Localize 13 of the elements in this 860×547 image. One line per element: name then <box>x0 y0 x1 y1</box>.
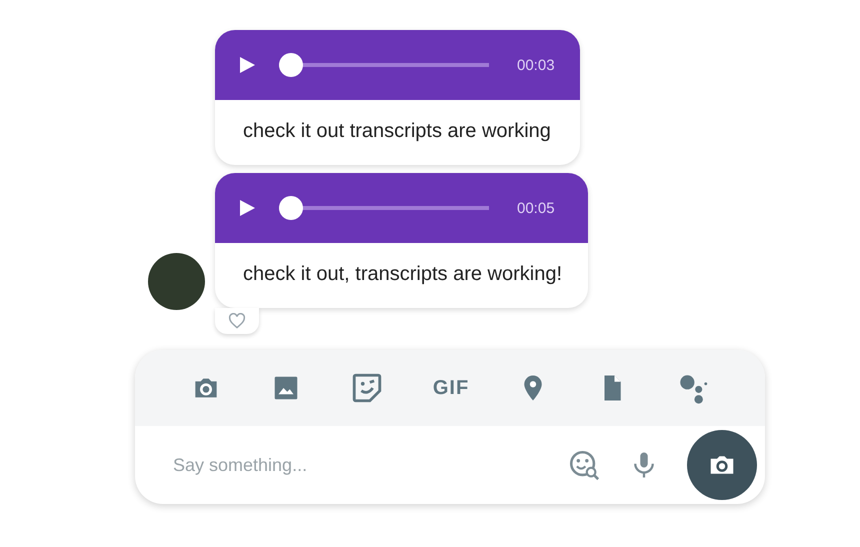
play-icon[interactable] <box>237 198 257 218</box>
emoji-search-icon[interactable] <box>567 448 601 482</box>
reaction-button[interactable] <box>215 308 259 334</box>
progress-thumb[interactable] <box>279 53 303 77</box>
gif-button[interactable]: GIF <box>432 376 470 400</box>
transcript-text: check it out transcripts are working <box>242 119 552 144</box>
play-icon[interactable] <box>237 55 257 75</box>
message-input-field[interactable]: Say something... <box>171 454 539 476</box>
progress-thumb[interactable] <box>279 196 303 220</box>
transcript-text: check it out, transcripts are working! <box>242 262 564 287</box>
audio-duration: 00:05 <box>517 200 555 216</box>
audio-duration: 00:03 <box>517 56 555 74</box>
heart-icon <box>228 313 246 329</box>
